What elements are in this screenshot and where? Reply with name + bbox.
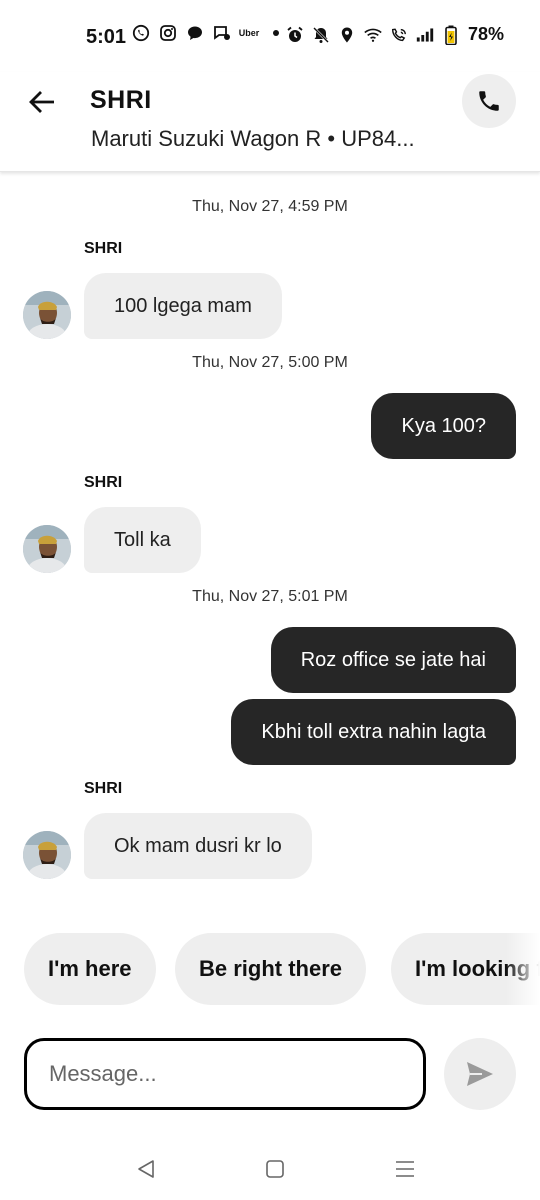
home-square-icon [266, 1160, 284, 1178]
timestamp: Thu, Nov 27, 5:01 PM [192, 588, 348, 605]
scroll-fade [506, 933, 540, 1005]
system-icons: 78% [286, 24, 504, 45]
wifi-calling-icon [390, 26, 408, 44]
quick-reply-chip[interactable]: I'm here [24, 933, 156, 1005]
send-button[interactable] [444, 1038, 516, 1110]
uber-icon: Uber [238, 28, 260, 38]
send-icon [467, 1062, 493, 1086]
sender-name: SHRI [84, 240, 123, 257]
status-time: 5:01 [86, 26, 127, 48]
vehicle-subtitle: Maruti Suzuki Wagon R • UP84... [91, 126, 415, 151]
nav-home-button[interactable] [260, 1154, 290, 1184]
instagram-icon [159, 24, 177, 42]
back-button[interactable] [24, 84, 60, 120]
nav-recents-button[interactable] [390, 1154, 420, 1184]
outgoing-message-bubble[interactable]: Kbhi toll extra nahin lagta [231, 699, 516, 765]
quick-reply-chip[interactable]: Be right there [175, 933, 367, 1005]
more-notifications-dot-icon [273, 30, 279, 36]
alarm-icon [286, 26, 304, 44]
avatar[interactable] [23, 831, 71, 879]
incoming-message-bubble[interactable]: Ok mam dusri kr lo [84, 813, 312, 879]
status-bar: 5:01 Uber 78% [0, 0, 540, 72]
phone-icon [479, 91, 499, 111]
nav-back-button[interactable] [131, 1154, 161, 1184]
location-icon [338, 26, 356, 44]
recents-lines-icon [396, 1161, 414, 1177]
notification-icons: Uber [132, 24, 285, 42]
incoming-message-bubble[interactable]: 100 lgega mam [84, 273, 282, 339]
chat-header: SHRI Maruti Suzuki Wagon R • UP84... [0, 72, 540, 172]
battery-percentage: 78% [467, 24, 504, 44]
quick-reply-bar: I'm here Be right there I'm looking for … [0, 933, 540, 1005]
battery-charging-icon [442, 25, 460, 45]
wifi-icon [364, 26, 382, 44]
whatsapp-icon [132, 24, 150, 42]
call-button[interactable] [462, 74, 516, 128]
outgoing-message-bubble[interactable]: Kya 100? [371, 393, 516, 459]
sender-name: SHRI [84, 474, 123, 491]
sender-name: SHRI [84, 780, 123, 797]
mute-bell-icon [312, 26, 330, 44]
timestamp: Thu, Nov 27, 5:00 PM [192, 354, 348, 371]
chat-bubble-icon [186, 24, 204, 42]
avatar[interactable] [23, 525, 71, 573]
arrow-left-icon [29, 91, 54, 113]
avatar[interactable] [23, 291, 71, 339]
outgoing-message-bubble[interactable]: Roz office se jate hai [270, 627, 516, 693]
incoming-message-bubble[interactable]: Toll ka [84, 507, 201, 573]
system-nav-bar [0, 1140, 540, 1200]
back-triangle-icon [138, 1160, 154, 1178]
timestamp: Thu, Nov 27, 4:59 PM [192, 198, 348, 215]
message-icon [213, 24, 231, 42]
message-input[interactable] [24, 1038, 426, 1110]
contact-name: SHRI [90, 86, 152, 114]
signal-icon [416, 26, 434, 44]
